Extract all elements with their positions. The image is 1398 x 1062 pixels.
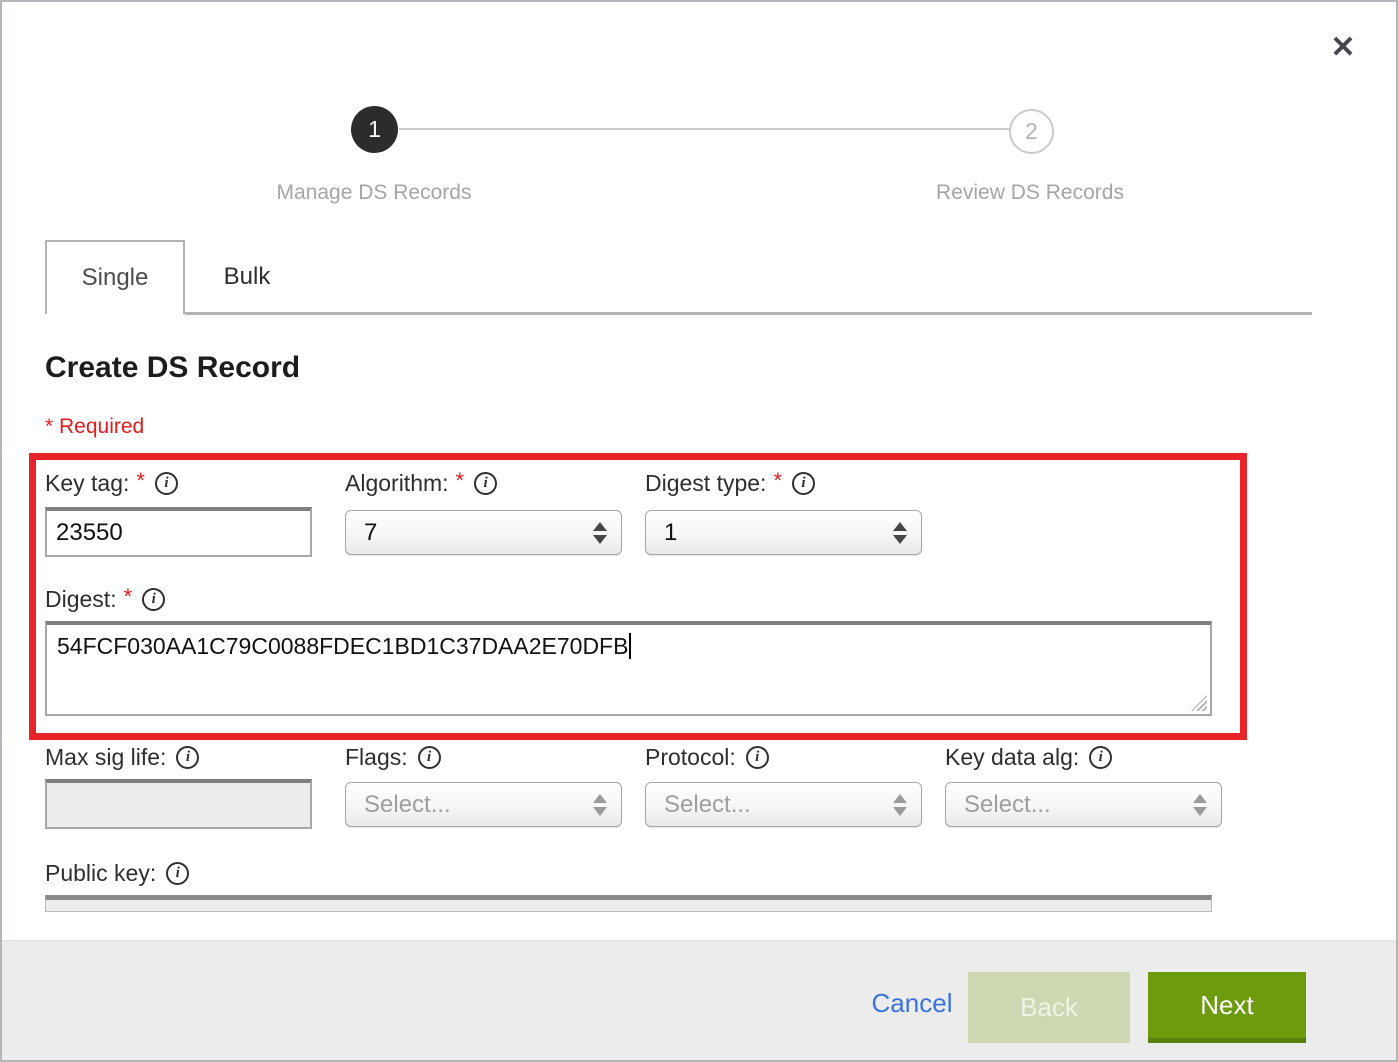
info-icon-glyph: i <box>427 750 431 765</box>
info-icon[interactable]: i <box>155 472 178 495</box>
info-icon-glyph: i <box>164 476 168 491</box>
info-icon[interactable]: i <box>792 472 815 495</box>
algorithm-label-text: Algorithm: <box>345 470 449 497</box>
required-asterisk: * <box>773 468 782 494</box>
select-arrows-icon <box>893 522 907 544</box>
digest-type-select-value: 1 <box>646 519 893 547</box>
info-icon-glyph: i <box>801 476 805 491</box>
max-sig-life-label: Max sig life: i <box>45 741 199 773</box>
info-icon[interactable]: i <box>176 746 199 769</box>
close-icon[interactable]: ✕ <box>1322 26 1364 68</box>
create-ds-record-dialog: ✕ 1 2 Manage DS Records Review DS Record… <box>0 0 1398 1062</box>
page-title: Create DS Record <box>45 351 300 385</box>
info-icon-glyph: i <box>152 592 156 607</box>
public-key-label-text: Public key: <box>45 860 156 887</box>
digest-type-label-text: Digest type: <box>645 470 766 497</box>
info-icon[interactable]: i <box>746 746 769 769</box>
key-tag-input[interactable] <box>45 507 312 557</box>
next-button[interactable]: Next <box>1148 972 1306 1043</box>
required-asterisk: * <box>136 468 145 494</box>
key-data-alg-label: Key data alg: i <box>945 741 1112 773</box>
max-sig-life-input[interactable] <box>45 779 312 829</box>
flags-label: Flags: i <box>345 741 441 773</box>
public-key-label: Public key: i <box>45 857 189 889</box>
key-tag-label: Key tag: * i <box>45 467 178 499</box>
digest-textarea[interactable]: 54FCF030AA1C79C0088FDEC1BD1C37DAA2E70DFB <box>45 621 1212 716</box>
required-asterisk: * <box>124 584 133 610</box>
select-arrows-icon <box>893 794 907 816</box>
key-data-alg-label-text: Key data alg: <box>945 744 1079 771</box>
max-sig-life-label-text: Max sig life: <box>45 744 166 771</box>
info-icon[interactable]: i <box>474 472 497 495</box>
digest-label-text: Digest: <box>45 586 117 613</box>
info-icon[interactable]: i <box>142 588 165 611</box>
required-asterisk: * <box>456 468 465 494</box>
info-icon[interactable]: i <box>418 746 441 769</box>
tab-bulk[interactable]: Bulk <box>187 240 307 314</box>
info-icon-glyph: i <box>1099 750 1103 765</box>
cancel-button[interactable]: Cancel <box>854 941 970 1062</box>
select-arrows-icon <box>593 794 607 816</box>
protocol-select-value: Select... <box>646 791 893 819</box>
digest-type-select[interactable]: 1 <box>645 510 922 555</box>
flags-select-value: Select... <box>346 791 593 819</box>
algorithm-label: Algorithm: * i <box>345 467 497 499</box>
select-arrows-icon <box>593 522 607 544</box>
back-button[interactable]: Back <box>968 972 1130 1043</box>
info-icon[interactable]: i <box>166 862 189 885</box>
tab-single[interactable]: Single <box>45 240 185 314</box>
stepper-step-1: 1 <box>351 106 398 153</box>
digest-label: Digest: * i <box>45 583 165 615</box>
required-note: * Required <box>45 415 144 439</box>
info-icon-glyph: i <box>186 750 190 765</box>
info-icon[interactable]: i <box>1089 746 1112 769</box>
key-tag-label-text: Key tag: <box>45 470 129 497</box>
protocol-label: Protocol: i <box>645 741 769 773</box>
stepper-step-2-label: Review DS Records <box>880 181 1180 205</box>
info-icon-glyph: i <box>176 866 180 881</box>
tab-underline <box>185 312 1312 315</box>
stepper-connector-line <box>399 128 1011 130</box>
key-data-alg-select[interactable]: Select... <box>945 782 1222 827</box>
algorithm-select-value: 7 <box>346 519 593 547</box>
protocol-label-text: Protocol: <box>645 744 736 771</box>
stepper-step-1-label: Manage DS Records <box>224 181 524 205</box>
info-icon-glyph: i <box>755 750 759 765</box>
digest-type-label: Digest type: * i <box>645 467 815 499</box>
resize-handle-icon[interactable] <box>1191 695 1207 711</box>
algorithm-select[interactable]: 7 <box>345 510 622 555</box>
public-key-textarea[interactable] <box>45 895 1212 912</box>
key-data-alg-select-value: Select... <box>946 791 1193 819</box>
protocol-select[interactable]: Select... <box>645 782 922 827</box>
flags-select[interactable]: Select... <box>345 782 622 827</box>
digest-value: 54FCF030AA1C79C0088FDEC1BD1C37DAA2E70DFB <box>57 633 631 659</box>
dialog-footer: Cancel Back Next <box>2 940 1398 1062</box>
stepper-step-2: 2 <box>1009 109 1054 154</box>
flags-label-text: Flags: <box>345 744 408 771</box>
select-arrows-icon <box>1193 794 1207 816</box>
info-icon-glyph: i <box>484 476 488 491</box>
